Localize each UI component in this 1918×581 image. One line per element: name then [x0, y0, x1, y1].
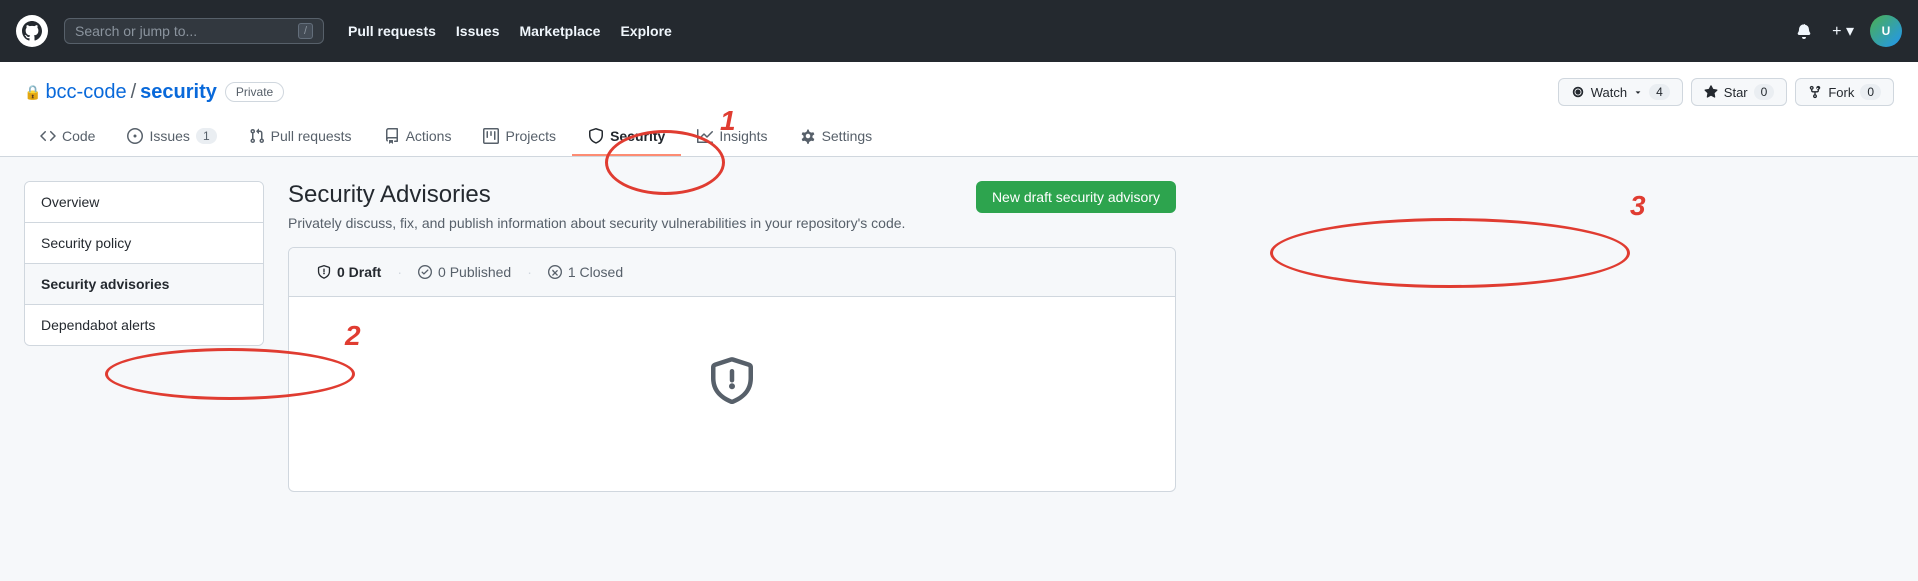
filter-draft-label: 0 Draft	[337, 264, 381, 280]
sidebar-security-advisories[interactable]: Security advisories	[25, 264, 263, 305]
tab-projects[interactable]: Projects	[467, 118, 572, 156]
repo-title-row: 🔒 bcc-code / security Private Watch 4 St…	[24, 78, 1894, 106]
tab-issues[interactable]: Issues 1	[111, 118, 232, 156]
tab-code[interactable]: Code	[24, 118, 111, 156]
security-advisories-title: Security Advisories	[288, 181, 905, 209]
issues-link[interactable]: Issues	[448, 17, 508, 45]
explore-link[interactable]: Explore	[612, 17, 679, 45]
sidebar-overview[interactable]: Overview	[25, 182, 263, 223]
avatar[interactable]: U	[1870, 15, 1902, 47]
marketplace-link[interactable]: Marketplace	[512, 17, 609, 45]
watch-button[interactable]: Watch 4	[1558, 78, 1683, 106]
repo-actions: Watch 4 Star 0 Fork 0	[1558, 78, 1894, 106]
sidebar: Overview Security policy Security adviso…	[24, 181, 264, 492]
chevron-down-icon	[1633, 87, 1643, 97]
fork-count: 0	[1860, 84, 1881, 100]
filter-draft[interactable]: 0 Draft	[305, 260, 393, 284]
search-box[interactable]: Search or jump to... /	[64, 18, 324, 44]
issues-icon	[127, 128, 143, 144]
search-placeholder: Search or jump to...	[75, 23, 197, 39]
repo-link[interactable]: security	[140, 81, 217, 104]
x-circle-icon	[548, 265, 562, 279]
watch-label: Watch	[1591, 85, 1627, 100]
repo-header: 🔒 bcc-code / security Private Watch 4 St…	[0, 62, 1918, 157]
actions-icon	[384, 128, 400, 144]
filter-published[interactable]: 0 Published	[406, 260, 523, 284]
sidebar-nav: Overview Security policy Security adviso…	[24, 181, 264, 346]
star-count: 0	[1754, 84, 1775, 100]
shield-alert-icon	[317, 265, 331, 279]
fork-button[interactable]: Fork 0	[1795, 78, 1894, 106]
new-draft-advisory-button[interactable]: New draft security advisory	[976, 181, 1176, 213]
settings-icon	[800, 128, 816, 144]
filter-published-label: 0 Published	[438, 264, 511, 280]
github-logo[interactable]	[16, 15, 48, 47]
plus-menu-button[interactable]: + ▾	[1828, 17, 1858, 45]
check-circle-icon	[418, 265, 432, 279]
watch-count: 4	[1649, 84, 1670, 100]
breadcrumb: 🔒 bcc-code / security	[24, 81, 217, 104]
security-advisories-description: Privately discuss, fix, and publish info…	[288, 215, 905, 231]
security-advisories-content: Security Advisories Privately discuss, f…	[288, 181, 1176, 492]
tab-settings[interactable]: Settings	[784, 118, 889, 156]
main-content: Overview Security policy Security adviso…	[0, 157, 1200, 516]
empty-state-icon	[708, 357, 756, 415]
issues-count: 1	[196, 128, 217, 144]
sidebar-dependabot-alerts[interactable]: Dependabot alerts	[25, 305, 263, 345]
notifications-button[interactable]	[1792, 19, 1816, 43]
star-label: Star	[1724, 85, 1748, 100]
top-nav: Search or jump to... / Pull requests Iss…	[0, 0, 1918, 62]
pull-requests-link[interactable]: Pull requests	[340, 17, 444, 45]
fork-label: Fork	[1828, 85, 1854, 100]
tab-pull-requests[interactable]: Pull requests	[233, 118, 368, 156]
filter-sep-2: ·	[527, 264, 532, 280]
repo-tabs: Code Issues 1 Pull requests Actions Proj…	[24, 118, 1894, 156]
star-icon	[1704, 85, 1718, 99]
empty-state	[289, 297, 1175, 491]
tab-actions[interactable]: Actions	[368, 118, 468, 156]
slash-key: /	[298, 23, 313, 39]
filter-sep-1: ·	[397, 264, 402, 280]
filter-closed-label: 1 Closed	[568, 264, 623, 280]
top-nav-right: + ▾ U	[1792, 15, 1902, 47]
lock-icon: 🔒	[24, 84, 41, 101]
security-icon	[588, 128, 604, 144]
advisory-list: 0 Draft · 0 Published · 1 Closed	[288, 247, 1176, 492]
private-badge: Private	[225, 82, 284, 102]
fork-icon	[1808, 85, 1822, 99]
breadcrumb-separator: /	[131, 81, 137, 104]
sidebar-security-policy[interactable]: Security policy	[25, 223, 263, 264]
security-header: Security Advisories Privately discuss, f…	[288, 181, 1176, 231]
advisory-filters: 0 Draft · 0 Published · 1 Closed	[289, 248, 1175, 297]
tab-security[interactable]: Security	[572, 118, 681, 156]
code-icon	[40, 128, 56, 144]
filter-closed[interactable]: 1 Closed	[536, 260, 635, 284]
tab-insights[interactable]: Insights	[681, 118, 783, 156]
owner-link[interactable]: bcc-code	[45, 81, 126, 104]
annotation-circle-3	[1270, 218, 1630, 288]
insights-icon	[697, 128, 713, 144]
top-nav-links: Pull requests Issues Marketplace Explore	[340, 17, 680, 45]
annotation-number-3: 3	[1630, 190, 1646, 222]
pr-icon	[249, 128, 265, 144]
projects-icon	[483, 128, 499, 144]
star-button[interactable]: Star 0	[1691, 78, 1788, 106]
